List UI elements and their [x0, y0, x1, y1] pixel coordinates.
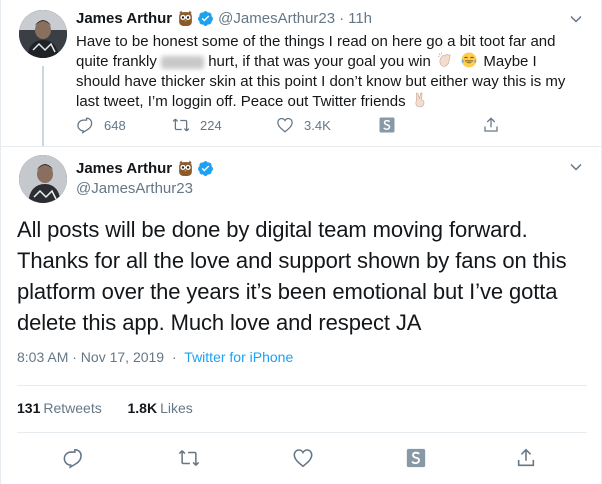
laughing-emoji-icon	[461, 52, 477, 68]
reply-button[interactable]	[61, 446, 85, 470]
share-icon	[517, 448, 535, 467]
like-icon	[293, 449, 313, 468]
divider	[17, 432, 587, 433]
tweet-thread: James Arthur @JamesArthur23 · 11h Have t…	[0, 0, 602, 484]
reply-count: 648	[104, 117, 126, 133]
like-button[interactable]	[291, 446, 315, 470]
avatar[interactable]	[19, 10, 67, 58]
likes-stat[interactable]: 1.8K Likes	[128, 400, 193, 416]
separator-dot: ·	[171, 349, 177, 365]
tweet1-actions: 648 224 3.4K	[76, 116, 516, 136]
retweet-icon	[178, 450, 200, 466]
tweet2-text: All posts will be done by digital team m…	[17, 217, 567, 335]
thread-connector-line	[42, 66, 44, 146]
owl-emoji-icon	[177, 160, 194, 177]
tweet1-text-part: hurt, if that was your goal you win	[208, 53, 431, 70]
handle[interactable]: @JamesArthur23	[218, 10, 335, 27]
retweet-count: 224	[200, 117, 222, 133]
victory-hand-emoji-icon	[412, 92, 428, 108]
avatar[interactable]	[19, 155, 67, 203]
clap-emoji-icon	[437, 52, 453, 68]
like-button[interactable]: 3.4K	[276, 116, 331, 134]
tweet2-actions	[1, 446, 602, 470]
chevron-down-icon[interactable]	[569, 12, 583, 26]
display-name[interactable]: James Arthur	[76, 160, 172, 177]
verified-badge-icon	[197, 10, 214, 27]
retweets-label: Retweets	[43, 400, 102, 416]
share-icon	[484, 117, 498, 132]
tweet2-meta: 8:03 AM · Nov 17, 2019 · Twitter for iPh…	[17, 349, 293, 365]
reply-icon	[77, 117, 93, 134]
divider	[17, 385, 587, 386]
reply-button[interactable]: 648	[76, 116, 126, 134]
retweets-count: 131	[17, 400, 41, 416]
reply-icon	[63, 448, 82, 469]
handle[interactable]: @JamesArthur23	[76, 180, 193, 197]
chevron-down-icon[interactable]	[569, 160, 583, 174]
tweet1-text: Have to be honest some of the things I r…	[76, 32, 576, 112]
timestamp[interactable]: 8:03 AM · Nov 17, 2019	[17, 349, 164, 365]
divider	[1, 146, 602, 147]
stack-s-icon	[406, 448, 426, 468]
like-icon	[277, 117, 293, 133]
timestamp[interactable]: 11h	[348, 10, 372, 27]
display-name[interactable]: James Arthur	[76, 10, 172, 27]
retweet-button[interactable]	[177, 446, 201, 470]
tweet2-stats: 131 Retweets 1.8K Likes	[17, 400, 193, 416]
verified-badge-icon	[197, 160, 214, 177]
source-link[interactable]: Twitter for iPhone	[184, 349, 293, 365]
retweet-button[interactable]: 224	[172, 116, 222, 134]
retweets-stat[interactable]: 131 Retweets	[17, 400, 102, 416]
likes-count: 1.8K	[127, 400, 158, 416]
like-count: 3.4K	[304, 117, 331, 133]
stack-button[interactable]	[404, 446, 428, 470]
likes-label: Likes	[160, 400, 193, 416]
tweet2-header: James Arthur	[76, 160, 214, 177]
stack-button[interactable]	[378, 116, 396, 134]
censored-word	[161, 55, 205, 69]
share-button[interactable]	[482, 116, 500, 134]
stack-s-icon	[379, 117, 395, 133]
separator-dot: ·	[339, 10, 345, 27]
retweet-icon	[172, 118, 190, 132]
owl-emoji-icon	[177, 10, 194, 27]
share-button[interactable]	[514, 446, 538, 470]
tweet1-header: James Arthur @JamesArthur23 · 11h	[76, 10, 372, 27]
